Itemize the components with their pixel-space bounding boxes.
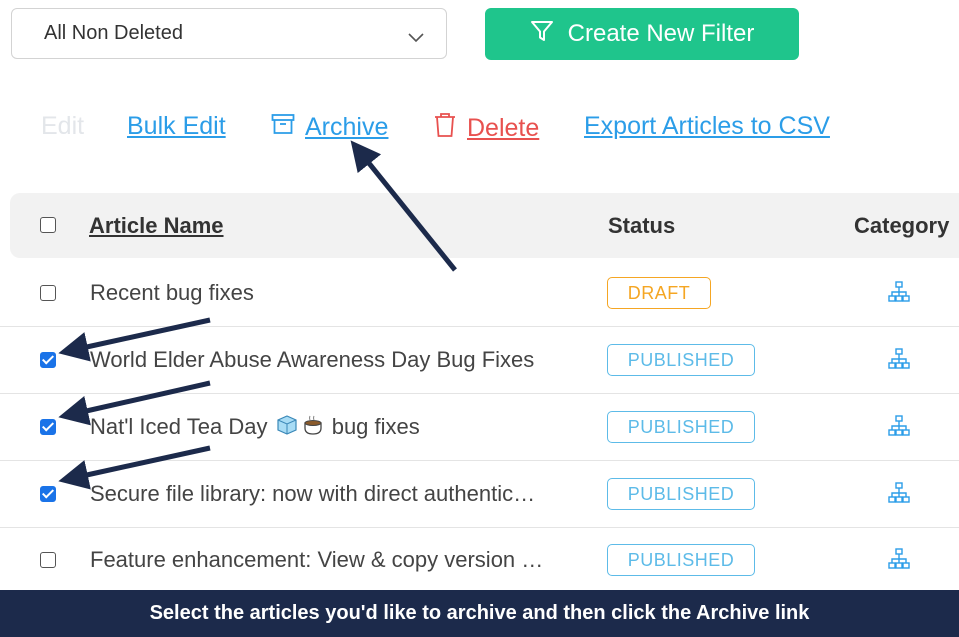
bulk-edit-link[interactable]: Bulk Edit [127,112,226,141]
create-filter-label: Create New Filter [567,20,755,47]
ice-cube-icon [276,414,298,442]
filter-select[interactable]: All Non Deleted [11,8,447,59]
category-hierarchy-icon[interactable] [888,548,910,575]
edit-link[interactable]: Edit [41,112,84,141]
filter-icon [530,19,554,50]
row-checkbox[interactable] [40,486,56,502]
table-row: Recent bug fixes DRAFT [0,260,959,327]
table-row: World Elder Abuse Awareness Day Bug Fixe… [0,327,959,394]
row-checkbox[interactable] [40,552,56,568]
article-name[interactable]: Recent bug fixes [90,280,254,306]
category-hierarchy-icon[interactable] [888,415,910,442]
trash-icon [433,112,457,145]
row-checkbox[interactable] [40,285,56,301]
hot-beverage-icon [302,414,324,442]
delete-label: Delete [467,114,540,142]
chevron-down-icon [408,26,424,49]
article-name[interactable]: World Elder Abuse Awareness Day Bug Fixe… [90,347,534,373]
export-csv-link[interactable]: Export Articles to CSV [584,112,830,141]
row-checkbox[interactable] [40,352,56,368]
column-header-article-name[interactable]: Article Name [89,213,224,239]
select-all-checkbox[interactable] [40,217,56,233]
article-name[interactable]: Secure file library: now with direct aut… [90,481,535,507]
category-hierarchy-icon[interactable] [888,482,910,509]
archive-label: Archive [305,113,389,141]
category-hierarchy-icon[interactable] [888,348,910,375]
column-header-status: Status [608,213,676,238]
table-header: Article Name Status Category [10,193,959,258]
delete-link[interactable]: Delete [433,112,539,145]
filter-select-value: All Non Deleted [44,22,183,44]
article-name[interactable]: Feature enhancement: View & copy version… [90,547,543,573]
row-checkbox[interactable] [40,419,56,435]
status-badge: DRAFT [607,277,711,309]
category-hierarchy-icon[interactable] [888,281,910,308]
archive-link[interactable]: Archive [271,112,388,143]
status-badge: PUBLISHED [607,411,755,443]
instruction-banner: Select the articles you'd like to archiv… [0,590,959,637]
instruction-text: Select the articles you'd like to archiv… [149,602,810,624]
create-filter-button[interactable]: Create New Filter [485,8,799,60]
status-badge: PUBLISHED [607,344,755,376]
status-badge: PUBLISHED [607,478,755,510]
archive-icon [271,112,295,143]
table-row: Secure file library: now with direct aut… [0,461,959,528]
table-row: Nat'l Iced Tea Day bug fixes PUBLISHED [0,394,959,461]
column-header-category: Category [854,213,950,238]
article-name[interactable]: Nat'l Iced Tea Day bug fixes [90,414,420,442]
status-badge: PUBLISHED [607,544,755,576]
table-row: Feature enhancement: View & copy version… [0,527,959,593]
